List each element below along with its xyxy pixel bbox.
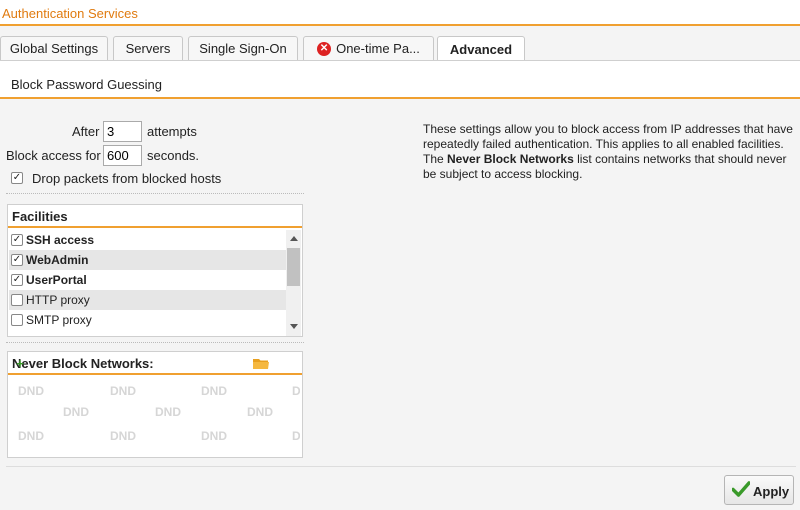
apply-button[interactable]: Apply [724, 475, 794, 505]
never-block-panel: Never Block Networks: + DND DND DND DND … [7, 351, 303, 458]
facility-item-http-proxy[interactable]: HTTP proxy [9, 290, 286, 310]
dnd-watermark: DND [247, 405, 273, 419]
tab-one-time-password[interactable]: ✕ One-time Pa... [303, 36, 434, 60]
folder-icon[interactable] [253, 357, 269, 369]
drop-packets-checkbox[interactable]: ✓ [11, 172, 23, 184]
facility-item-smtp-proxy[interactable]: SMTP proxy [9, 310, 286, 330]
dnd-watermark: DND [155, 405, 181, 419]
checkmark-icon [732, 481, 750, 497]
error-x-icon: ✕ [317, 41, 332, 56]
dnd-watermark: DND [18, 429, 44, 443]
block-seconds-input[interactable] [103, 145, 142, 166]
divider [6, 342, 304, 343]
dnd-watermark: DND [201, 384, 227, 398]
facility-checkbox[interactable]: ✓ [11, 274, 23, 286]
dnd-watermark: DND [292, 429, 300, 443]
plus-icon[interactable]: + [12, 356, 28, 372]
never-block-title: Never Block Networks: [12, 356, 154, 371]
dnd-watermark: DND [201, 429, 227, 443]
footer-divider [6, 466, 796, 467]
tab-global-settings[interactable]: Global Settings [0, 36, 108, 60]
window-title: Authentication Services [2, 6, 138, 21]
never-block-networks-emphasis: Never Block Networks [447, 152, 574, 166]
drop-packets-label: Drop packets from blocked hosts [32, 171, 222, 186]
facility-item-webadmin[interactable]: ✓ WebAdmin [9, 250, 286, 270]
scroll-up-arrow-icon[interactable] [290, 236, 298, 241]
scroll-down-arrow-icon[interactable] [290, 324, 298, 329]
divider [6, 193, 304, 194]
tab-servers[interactable]: Servers [113, 36, 183, 60]
dnd-watermark: DND [63, 405, 89, 419]
facilities-header: Facilities [8, 205, 302, 228]
dnd-watermark: DND [292, 384, 300, 398]
facilities-scrollbar[interactable] [286, 230, 301, 336]
tab-advanced[interactable]: Advanced [437, 36, 525, 61]
facility-checkbox[interactable]: ✓ [11, 234, 23, 246]
seconds-label: seconds. [147, 148, 200, 163]
facility-checkbox[interactable]: ✓ [11, 254, 23, 266]
never-block-header: Never Block Networks: + [8, 352, 302, 375]
facility-item-ssh[interactable]: ✓ SSH access [9, 230, 286, 250]
window-title-bar: Authentication Services [0, 0, 800, 26]
dnd-watermark: DND [110, 429, 136, 443]
apply-label: Apply [753, 484, 790, 499]
facility-item-userportal[interactable]: ✓ UserPortal [9, 270, 286, 290]
block-access-label: Block access for [6, 148, 101, 163]
dnd-watermark: DND [110, 384, 136, 398]
section-header: Block Password Guessing [0, 60, 800, 99]
tab-bar: Global Settings Servers Single Sign-On ✕… [0, 36, 800, 61]
facility-checkbox[interactable] [11, 314, 23, 326]
tab-single-sign-on[interactable]: Single Sign-On [188, 36, 298, 60]
facility-checkbox[interactable] [11, 294, 23, 306]
attempts-input[interactable] [103, 121, 142, 142]
facilities-title: Facilities [12, 209, 68, 224]
help-text: These settings allow you to block access… [423, 122, 793, 181]
section-title: Block Password Guessing [11, 77, 163, 92]
dnd-watermark: DND [18, 384, 44, 398]
facilities-panel: Facilities ✓ SSH access ✓ WebAdmin ✓ Use… [7, 204, 303, 337]
after-label: After [72, 124, 100, 139]
attempts-label: attempts [147, 124, 197, 139]
scroll-thumb[interactable] [287, 248, 300, 286]
